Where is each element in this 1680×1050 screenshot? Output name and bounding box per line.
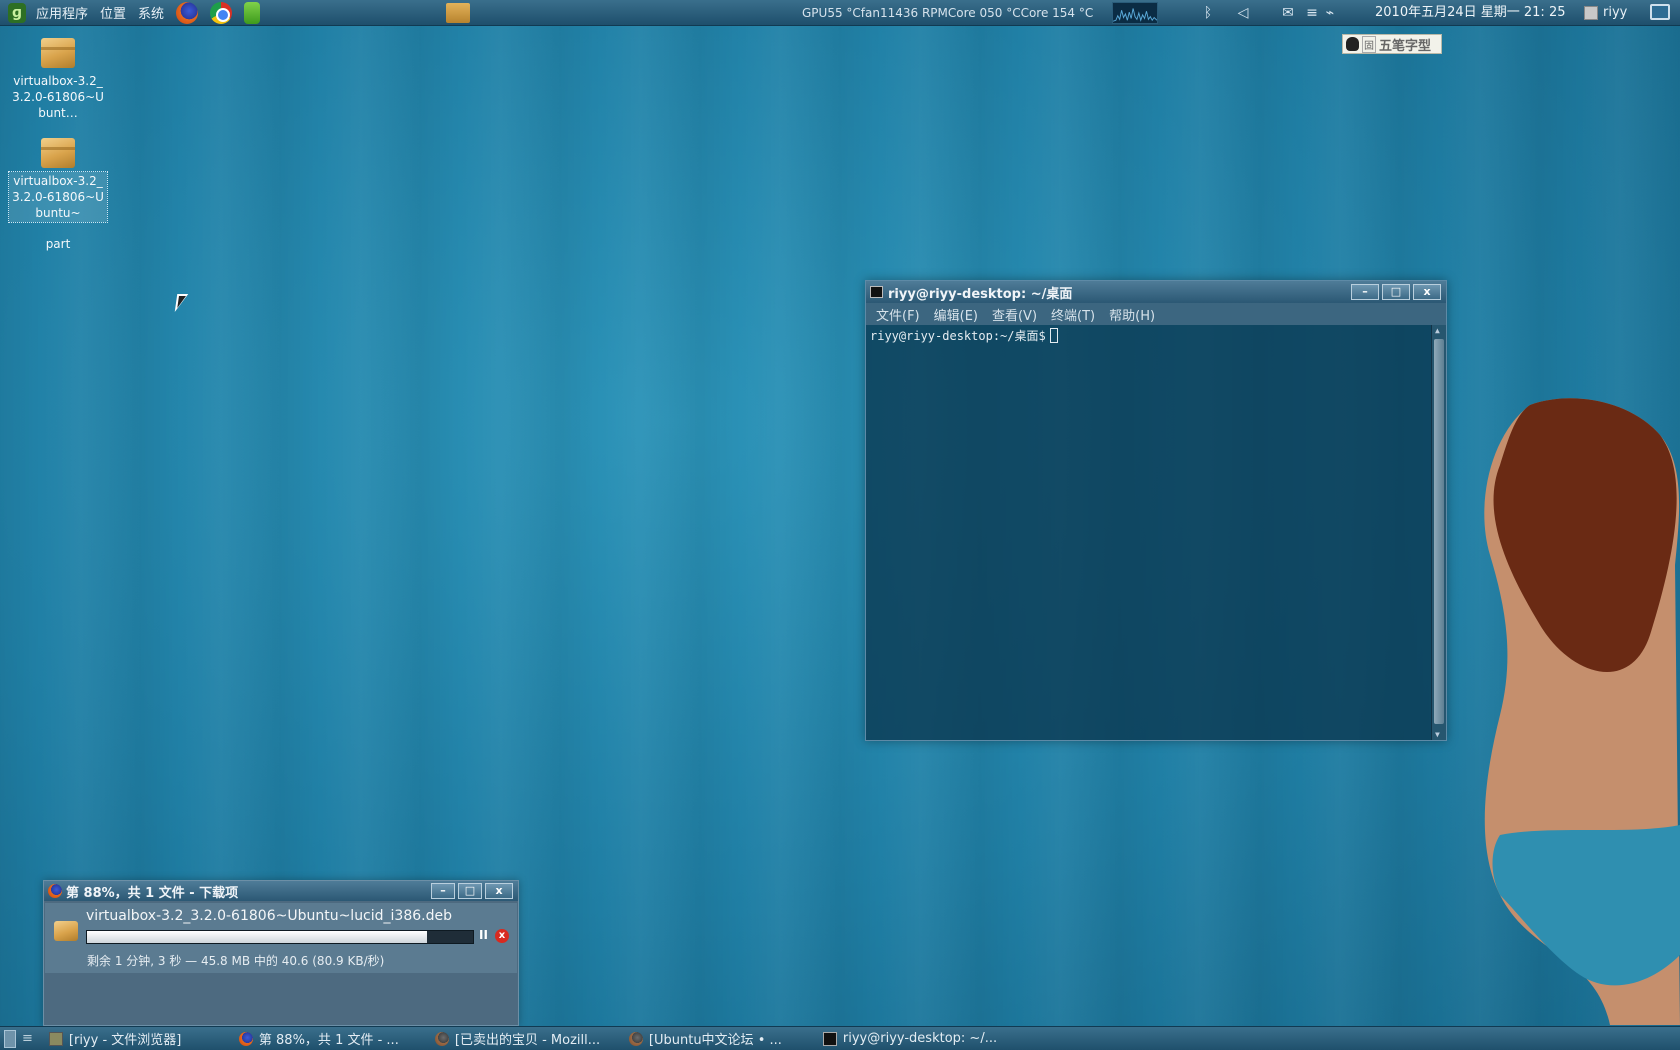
taskbar-item-firefox-shop[interactable]: [已卖出的宝贝 - Mozill...: [427, 1027, 621, 1050]
scroll-up-arrow-icon[interactable]: ▲: [1435, 326, 1440, 335]
menu-edit[interactable]: 编辑(E): [934, 305, 978, 324]
taskbar-item-label: 第 88%，共 1 文件 - ...: [258, 1033, 399, 1048]
firefox-icon: [628, 1031, 643, 1046]
show-desktop-button[interactable]: [4, 1029, 16, 1048]
user-switcher[interactable]: riyy: [1584, 0, 1627, 26]
firefox-icon: [434, 1031, 449, 1046]
menu-view[interactable]: 查看(V): [992, 305, 1037, 324]
download-file-name: virtualbox-3.2_3.2.0-61806~Ubuntu~lucid_…: [86, 908, 452, 924]
clock[interactable]: 2010年五月24日 星期一 21: 25: [1375, 0, 1566, 26]
desktop-icon-label: virtualbox-3.2_3.2.0-61806~Ubuntu~: [8, 171, 108, 223]
network-icon[interactable]: ⌁: [1320, 0, 1340, 26]
taskbar-item-firefox-forum[interactable]: [Ubuntu中文论坛 • ...: [621, 1027, 815, 1050]
downloads-titlebar[interactable]: 第 88%，共 1 文件 - 下载项 – □ x: [44, 881, 518, 901]
scrollbar-thumb[interactable]: [1434, 339, 1444, 724]
scroll-down-arrow-icon[interactable]: ▼: [1435, 730, 1440, 739]
taskbar-item-label: [riyy - 文件浏览器]: [68, 1033, 182, 1048]
terminal-menubar: 文件(F) 编辑(E) 查看(V) 终端(T) 帮助(H): [866, 303, 1446, 325]
folder-icon: [48, 1031, 63, 1046]
menu-places[interactable]: 位置: [94, 3, 132, 22]
window-controls: – □ x: [431, 883, 513, 899]
desktop-icon-virtualbox-1[interactable]: virtualbox-3.2_3.2.0-61806~Ubunt…: [9, 38, 107, 122]
wallpaper-figure: [1484, 398, 1680, 1025]
taskbar-item-label: riyy@riyy-desktop: ~/...: [842, 1031, 998, 1046]
maximize-button[interactable]: □: [1382, 284, 1410, 300]
taskbar-item-file-browser[interactable]: [riyy - 文件浏览器]: [41, 1027, 231, 1050]
desktop-icon-label: part: [45, 237, 71, 251]
firefox-launcher-icon[interactable]: [176, 1, 199, 24]
vertical-scrollbar[interactable]: ▲ ▼: [1431, 325, 1446, 740]
menu-help[interactable]: 帮助(H): [1109, 305, 1155, 324]
pause-button[interactable]: II: [479, 928, 488, 942]
taskbar-item-terminal[interactable]: riyy@riyy-desktop: ~/...: [815, 1027, 1035, 1050]
panel-handle-icon: ≡: [22, 1031, 33, 1046]
package-icon: [41, 138, 75, 168]
download-status: 剩余 1 分钟, 3 秒 — 45.8 MB 中的 40.6 (80.9 KB/…: [45, 953, 517, 973]
desktop-icon-part[interactable]: part: [9, 235, 107, 253]
drag-handle-icon[interactable]: ≡: [1306, 0, 1318, 26]
top-panel: ɡ 应用程序 位置 系统 GPU55 °Cfan11436 RPMCore 05…: [0, 0, 1680, 26]
package-icon: [54, 921, 78, 941]
mouse-pointer-icon: [174, 294, 189, 312]
penguin-icon: [1346, 37, 1359, 51]
package-launcher-icon[interactable]: [446, 3, 470, 23]
window-title: 第 88%，共 1 文件 - 下载项: [66, 885, 239, 901]
cancel-button[interactable]: x: [495, 929, 509, 943]
window-title: riyy@riyy-desktop: ~/桌面: [888, 286, 1073, 302]
minimize-button[interactable]: –: [431, 883, 455, 899]
maximize-button[interactable]: □: [458, 883, 482, 899]
package-icon: [41, 38, 75, 68]
desktop-icon-virtualbox-2[interactable]: virtualbox-3.2_3.2.0-61806~Ubuntu~: [8, 138, 108, 223]
taskbar-item-label: [Ubuntu中文论坛 • ...: [648, 1033, 782, 1048]
text-cursor: [1049, 328, 1058, 343]
desktop-icon-label: virtualbox-3.2_3.2.0-61806~Ubunt…: [12, 74, 104, 120]
volume-icon[interactable]: ◁: [1234, 0, 1252, 26]
display-icon[interactable]: [1650, 4, 1670, 20]
window-controls: – □ x: [1351, 284, 1441, 300]
menu-applications[interactable]: 应用程序: [30, 3, 94, 22]
mail-icon[interactable]: ✉: [1278, 0, 1298, 26]
database-launcher-icon[interactable]: [244, 1, 261, 24]
ime-mode-small: 固: [1362, 35, 1376, 53]
shell-prompt: riyy@riyy-desktop:~/桌面$: [870, 329, 1046, 343]
firefox-icon: [48, 884, 62, 898]
terminal-icon: [870, 286, 883, 298]
downloads-window[interactable]: 第 88%，共 1 文件 - 下载项 – □ x virtualbox-3.2_…: [43, 880, 519, 1026]
ime-label: 五笔字型: [1379, 38, 1432, 54]
chrome-launcher-icon[interactable]: [210, 1, 233, 24]
terminal-window[interactable]: riyy@riyy-desktop: ~/桌面 – □ x 文件(F) 编辑(E…: [865, 280, 1447, 741]
menu-terminal[interactable]: 终端(T): [1051, 305, 1095, 324]
gnome-foot-icon[interactable]: ɡ: [8, 2, 26, 23]
user-name: riyy: [1603, 5, 1628, 20]
user-icon: [1584, 6, 1598, 20]
close-button[interactable]: x: [485, 883, 513, 899]
terminal-output[interactable]: riyy@riyy-desktop:~/桌面$ ▲ ▼: [866, 325, 1446, 740]
close-button[interactable]: x: [1413, 284, 1441, 300]
taskbar-item-downloads[interactable]: 第 88%，共 1 文件 - ...: [231, 1027, 427, 1050]
menu-file[interactable]: 文件(F): [876, 305, 920, 324]
download-progress-fill: [87, 931, 427, 943]
input-method-indicator[interactable]: 固 五笔字型: [1342, 34, 1442, 54]
menu-system[interactable]: 系统: [132, 3, 170, 22]
prompt-line: riyy@riyy-desktop:~/桌面$: [870, 327, 1442, 344]
terminal-icon: [822, 1031, 837, 1046]
download-item[interactable]: virtualbox-3.2_3.2.0-61806~Ubuntu~lucid_…: [45, 903, 517, 953]
taskbar-item-label: [已卖出的宝贝 - Mozill...: [454, 1033, 601, 1048]
terminal-titlebar[interactable]: riyy@riyy-desktop: ~/桌面 – □ x: [866, 281, 1446, 303]
download-progress-bar: [86, 930, 474, 944]
system-monitor-graph[interactable]: [1112, 2, 1158, 24]
firefox-icon: [238, 1031, 253, 1046]
minimize-button[interactable]: –: [1351, 284, 1379, 300]
bluetooth-icon[interactable]: ᛒ: [1200, 0, 1216, 26]
hardware-sensors-readout[interactable]: GPU55 °Cfan11436 RPMCore 050 °CCore 154 …: [802, 0, 1093, 26]
bottom-panel: ≡ [riyy - 文件浏览器] 第 88%，共 1 文件 - ... [已卖出…: [0, 1026, 1680, 1050]
